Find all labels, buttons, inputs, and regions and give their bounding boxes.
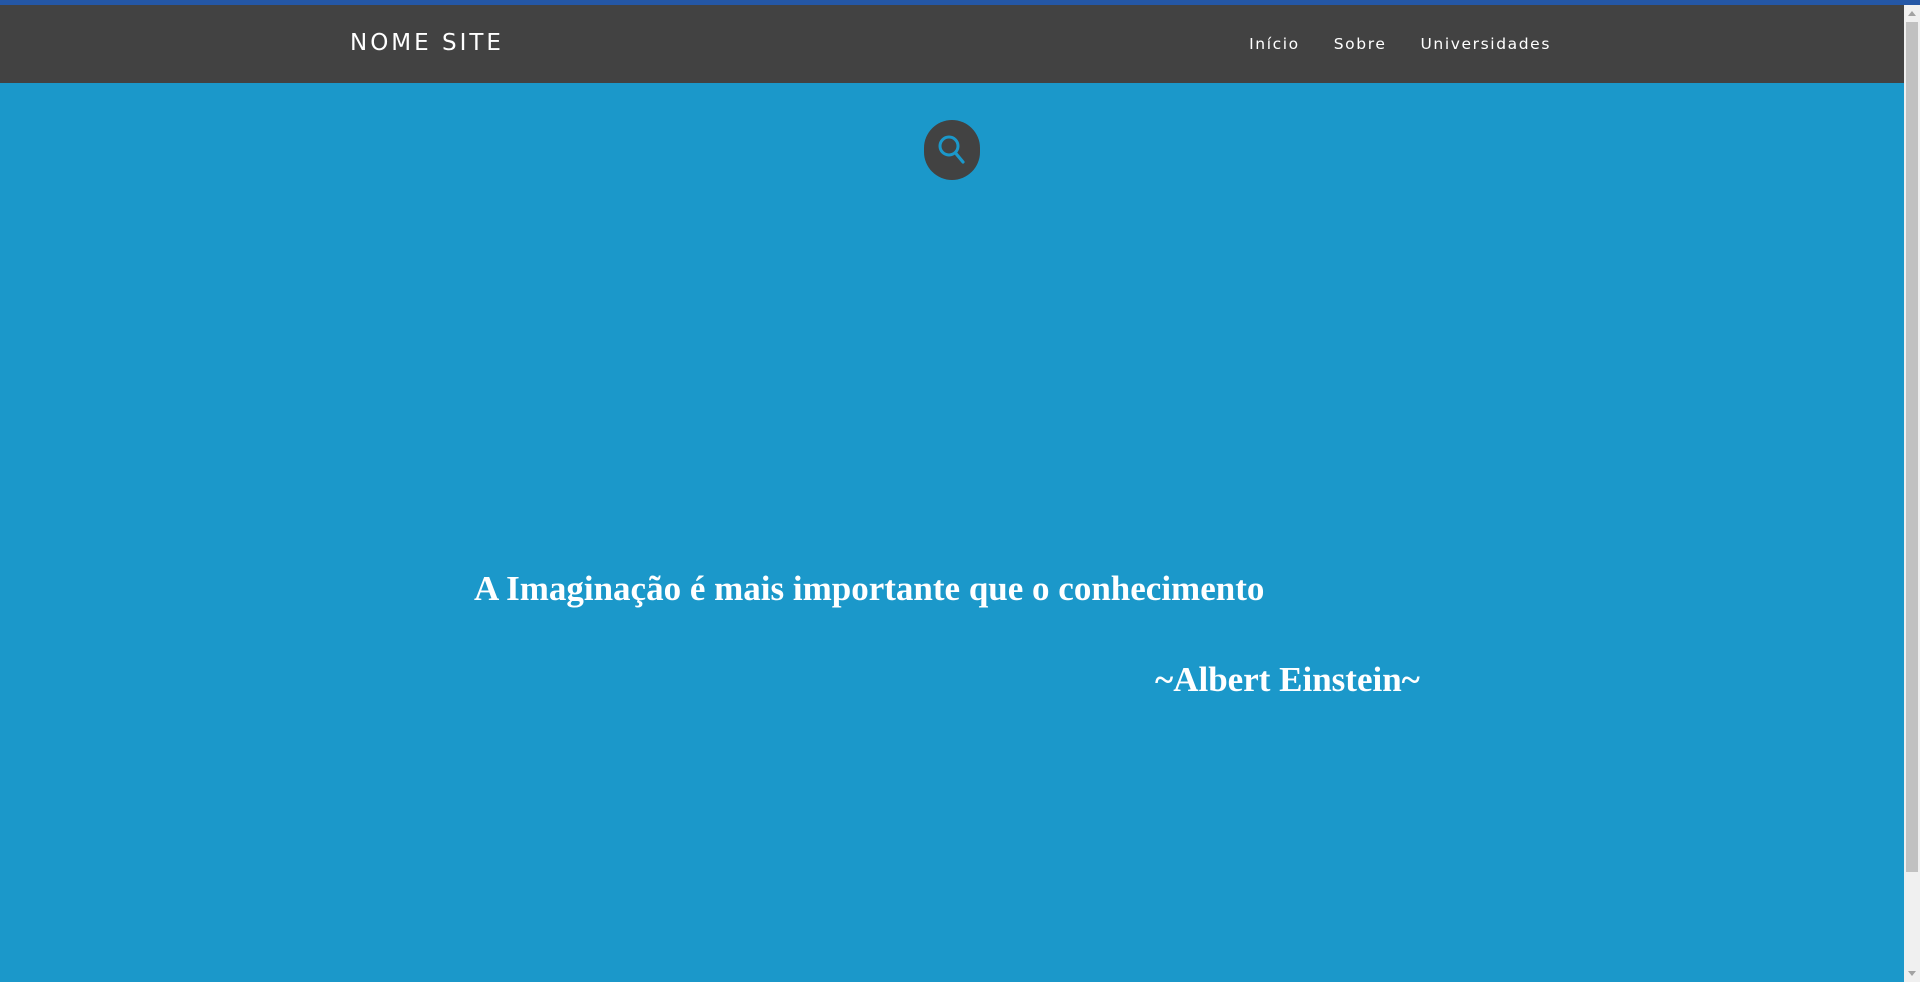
- search-button[interactable]: [924, 120, 980, 180]
- nav-link-inicio[interactable]: Início: [1249, 36, 1300, 53]
- nav-menu: Início Sobre Universidades: [1249, 36, 1551, 53]
- nav-link-universidades[interactable]: Universidades: [1420, 36, 1551, 53]
- vertical-scrollbar[interactable]: [1904, 5, 1920, 982]
- quote-author: ~Albert Einstein~: [1155, 660, 1420, 699]
- search-icon: [937, 134, 967, 166]
- scrollbar-thumb[interactable]: [1906, 22, 1918, 872]
- quote-text: A Imaginação é mais importante que o con…: [474, 569, 1265, 608]
- site-brand[interactable]: NOME SITE: [350, 32, 504, 55]
- navbar: NOME SITE Início Sobre Universidades: [0, 5, 1904, 83]
- hero-section: A Imaginação é mais importante que o con…: [0, 83, 1904, 982]
- scroll-up-arrow-icon[interactable]: [1908, 11, 1916, 16]
- scroll-down-arrow-icon[interactable]: [1908, 971, 1916, 976]
- nav-link-sobre[interactable]: Sobre: [1334, 36, 1387, 53]
